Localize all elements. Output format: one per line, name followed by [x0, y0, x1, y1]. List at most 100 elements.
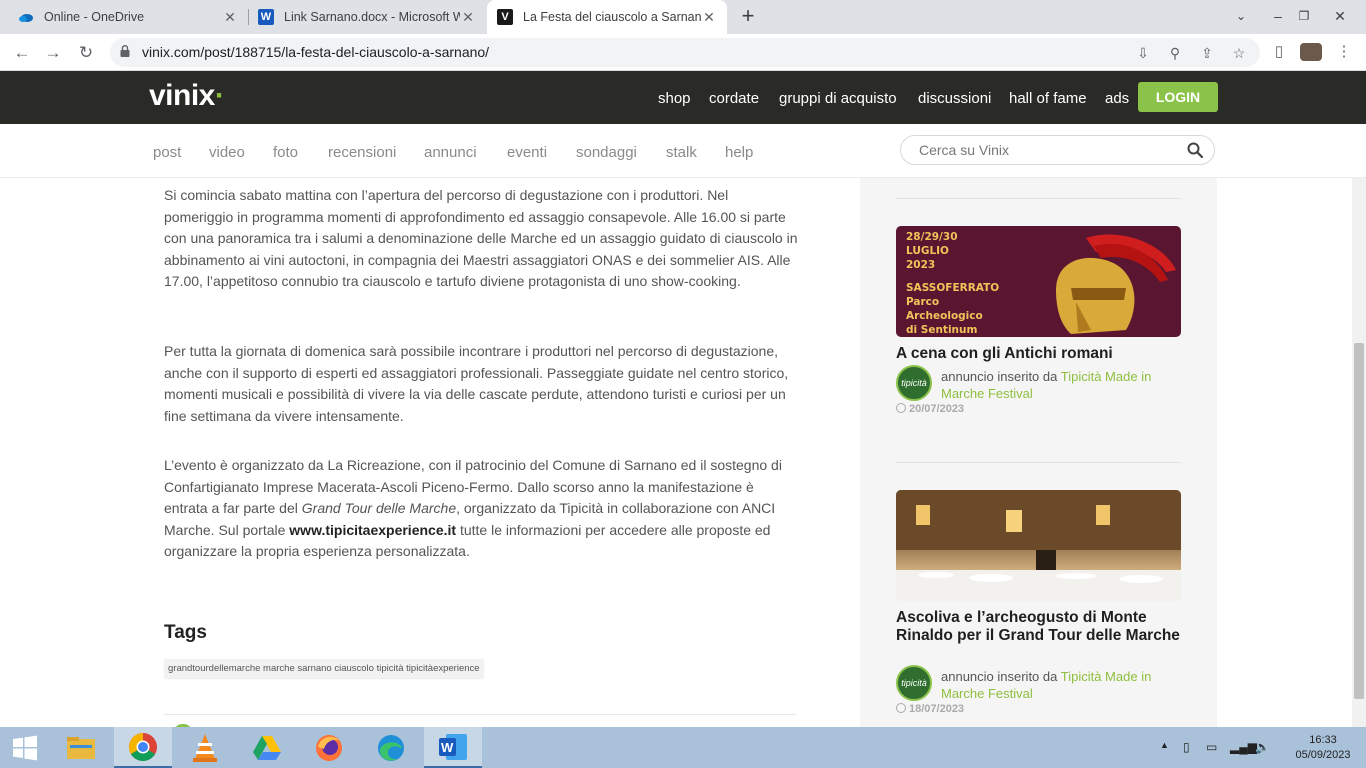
zoom-icon[interactable]: ⚲: [1166, 44, 1184, 62]
card-author-line: annuncio inserito da Tipicità Made in Ma…: [941, 369, 1152, 401]
tab-onedrive[interactable]: Online - OneDrive ✕: [8, 0, 248, 34]
url-text: vinix.com/post/188715/la-festa-del-ciaus…: [142, 44, 490, 60]
volume-icon[interactable]: 🔈: [1255, 740, 1270, 754]
close-tab-icon[interactable]: ✕: [460, 9, 476, 26]
wifi-signal-icon[interactable]: ▂▄▆: [1230, 740, 1257, 754]
subnav-stalk[interactable]: stalk: [666, 144, 697, 161]
nav-shop[interactable]: shop: [658, 90, 691, 107]
edge-icon[interactable]: [362, 727, 420, 768]
subnav-eventi[interactable]: eventi: [507, 144, 547, 161]
close-tab-icon[interactable]: ✕: [222, 9, 238, 26]
article-paragraph: Per tutta la giornata di domenica sarà p…: [164, 343, 789, 424]
word-taskbar-icon[interactable]: W: [424, 727, 482, 768]
device-icon[interactable]: ▯: [1183, 740, 1190, 754]
close-window-icon[interactable]: ✕: [1326, 0, 1354, 34]
tab-title: La Festa del ciauscolo a Sarnano: [523, 10, 701, 24]
address-bar[interactable]: vinix.com/post/188715/la-festa-del-ciaus…: [110, 38, 1260, 67]
card-date: 18/07/2023: [896, 703, 964, 715]
article-paragraph: L’evento è organizzato da La Ricreazione…: [164, 457, 782, 559]
firefox-icon[interactable]: [300, 727, 358, 768]
article-paragraph: Si comincia sabato mattina con l’apertur…: [164, 187, 798, 289]
poster-place: di Sentinum: [906, 324, 978, 336]
nav-discussioni[interactable]: discussioni: [918, 90, 991, 107]
card-title[interactable]: Ascoliva e l’archeogusto di Monte Rinald…: [896, 609, 1181, 645]
subnav-help[interactable]: help: [725, 144, 753, 161]
tab-title: Online - OneDrive: [44, 10, 145, 24]
taskbar-clock[interactable]: 16:33 05/09/2023: [1288, 733, 1358, 763]
back-arrow-icon[interactable]: ←: [11, 42, 33, 64]
poster-place: Archeologico: [906, 310, 983, 322]
nav-ads[interactable]: ads: [1105, 90, 1129, 107]
subnav-foto[interactable]: foto: [273, 144, 298, 161]
site-search-input[interactable]: Cerca su Vinix: [900, 135, 1215, 165]
windows-start-icon[interactable]: [0, 727, 50, 768]
author-avatar[interactable]: tipicità: [896, 365, 932, 401]
clock-time: 16:33: [1309, 734, 1337, 746]
tipicita-experience-link[interactable]: www.tipicitaexperience.it: [289, 522, 456, 538]
scrollbar-thumb[interactable]: [1354, 343, 1364, 699]
poster-town: SASSOFERRATO: [906, 282, 1000, 294]
reload-icon[interactable]: ↻: [75, 42, 97, 64]
clock-icon: [896, 403, 906, 413]
word-icon: W: [258, 9, 274, 25]
install-app-icon[interactable]: ⇩: [1134, 44, 1152, 62]
nav-hall-of-fame[interactable]: hall of fame: [1009, 90, 1087, 107]
page-scrollbar[interactable]: [1352, 178, 1366, 727]
network-monitor-icon[interactable]: ▭: [1206, 740, 1217, 754]
tags-list[interactable]: grandtourdellemarche marche sarnano ciau…: [164, 659, 484, 678]
courtyard-photo: [896, 490, 1181, 601]
subnav-post[interactable]: post: [153, 144, 181, 161]
clock-icon: [896, 703, 906, 713]
google-drive-icon[interactable]: [238, 727, 296, 768]
vinix-logo[interactable]: vinix·: [149, 79, 225, 113]
login-button[interactable]: LOGIN: [1138, 82, 1218, 112]
card-image-antichi-romani[interactable]: 28/29/30 LUGLIO 2023 SASSOFERRATO Parco …: [896, 226, 1181, 337]
subnav-recensioni[interactable]: recensioni: [328, 144, 396, 161]
card-date: 20/07/2023: [896, 403, 964, 415]
card-image-ascoliva[interactable]: [896, 490, 1181, 601]
author-avatar[interactable]: tipicità: [896, 665, 932, 701]
minimize-icon[interactable]: –: [1264, 0, 1292, 34]
tab-search-chevron-icon[interactable]: ⌄: [1227, 0, 1255, 34]
tags-heading: Tags: [164, 622, 207, 643]
subnav-sondaggi[interactable]: sondaggi: [576, 144, 637, 161]
clock-date: 05/09/2023: [1295, 749, 1351, 761]
site-header: vinix· shop cordate gruppi di acquisto d…: [0, 71, 1366, 124]
restore-icon[interactable]: ❐: [1290, 0, 1318, 34]
subnav-video[interactable]: video: [209, 144, 245, 161]
poster-place: Parco: [906, 296, 940, 308]
tab-word-document[interactable]: W Link Sarnano.docx - Microsoft Word ✕: [248, 0, 486, 34]
close-tab-icon[interactable]: ✕: [701, 9, 717, 26]
side-panel-icon[interactable]: ▯: [1269, 42, 1289, 62]
svg-text:W: W: [441, 740, 454, 755]
vlc-icon[interactable]: [176, 727, 234, 768]
share-icon[interactable]: ⇪: [1198, 44, 1216, 62]
roman-helmet-illustration: [1056, 234, 1176, 334]
onedrive-icon: [18, 9, 34, 25]
show-hidden-icons-chevron-icon[interactable]: ▲: [1160, 740, 1169, 750]
browser-tab-strip: Online - OneDrive ✕ W Link Sarnano.docx …: [0, 0, 1366, 34]
search-placeholder: Cerca su Vinix: [919, 142, 1010, 158]
file-explorer-icon[interactable]: [52, 727, 110, 768]
windows-taskbar: W ▲ ▯ ▭ ▂▄▆ 🔈 16:33 05/09/2023: [0, 727, 1366, 768]
browser-toolbar: ← → ↻ vinix.com/post/188715/la-festa-del…: [0, 34, 1366, 71]
nav-gruppi-di-acquisto[interactable]: gruppi di acquisto: [779, 90, 897, 107]
search-icon[interactable]: [1186, 141, 1204, 159]
subnav-annunci[interactable]: annunci: [424, 144, 477, 161]
card-author-line: annuncio inserito da Tipicità Made in Ma…: [941, 669, 1152, 701]
nav-cordate[interactable]: cordate: [709, 90, 759, 107]
menu-kebab-icon[interactable]: ⋮: [1334, 42, 1354, 62]
poster-year: 2023: [906, 259, 936, 271]
profile-avatar[interactable]: [1300, 43, 1322, 61]
card-title[interactable]: A cena con gli Antichi romani: [896, 345, 1181, 363]
vinix-favicon-icon: V: [497, 9, 513, 25]
bookmark-star-icon[interactable]: ☆: [1230, 44, 1248, 62]
forward-arrow-icon[interactable]: →: [42, 42, 64, 64]
tab-title: Link Sarnano.docx - Microsoft Word: [284, 10, 460, 24]
page-content: Si comincia sabato mattina con l’apertur…: [0, 178, 1366, 727]
tab-vinix-article[interactable]: V La Festa del ciauscolo a Sarnano ✕: [487, 0, 727, 34]
divider: [896, 462, 1181, 463]
lock-icon: [120, 45, 130, 57]
chrome-icon[interactable]: [114, 727, 172, 768]
new-tab-plus-icon[interactable]: +: [736, 4, 760, 28]
